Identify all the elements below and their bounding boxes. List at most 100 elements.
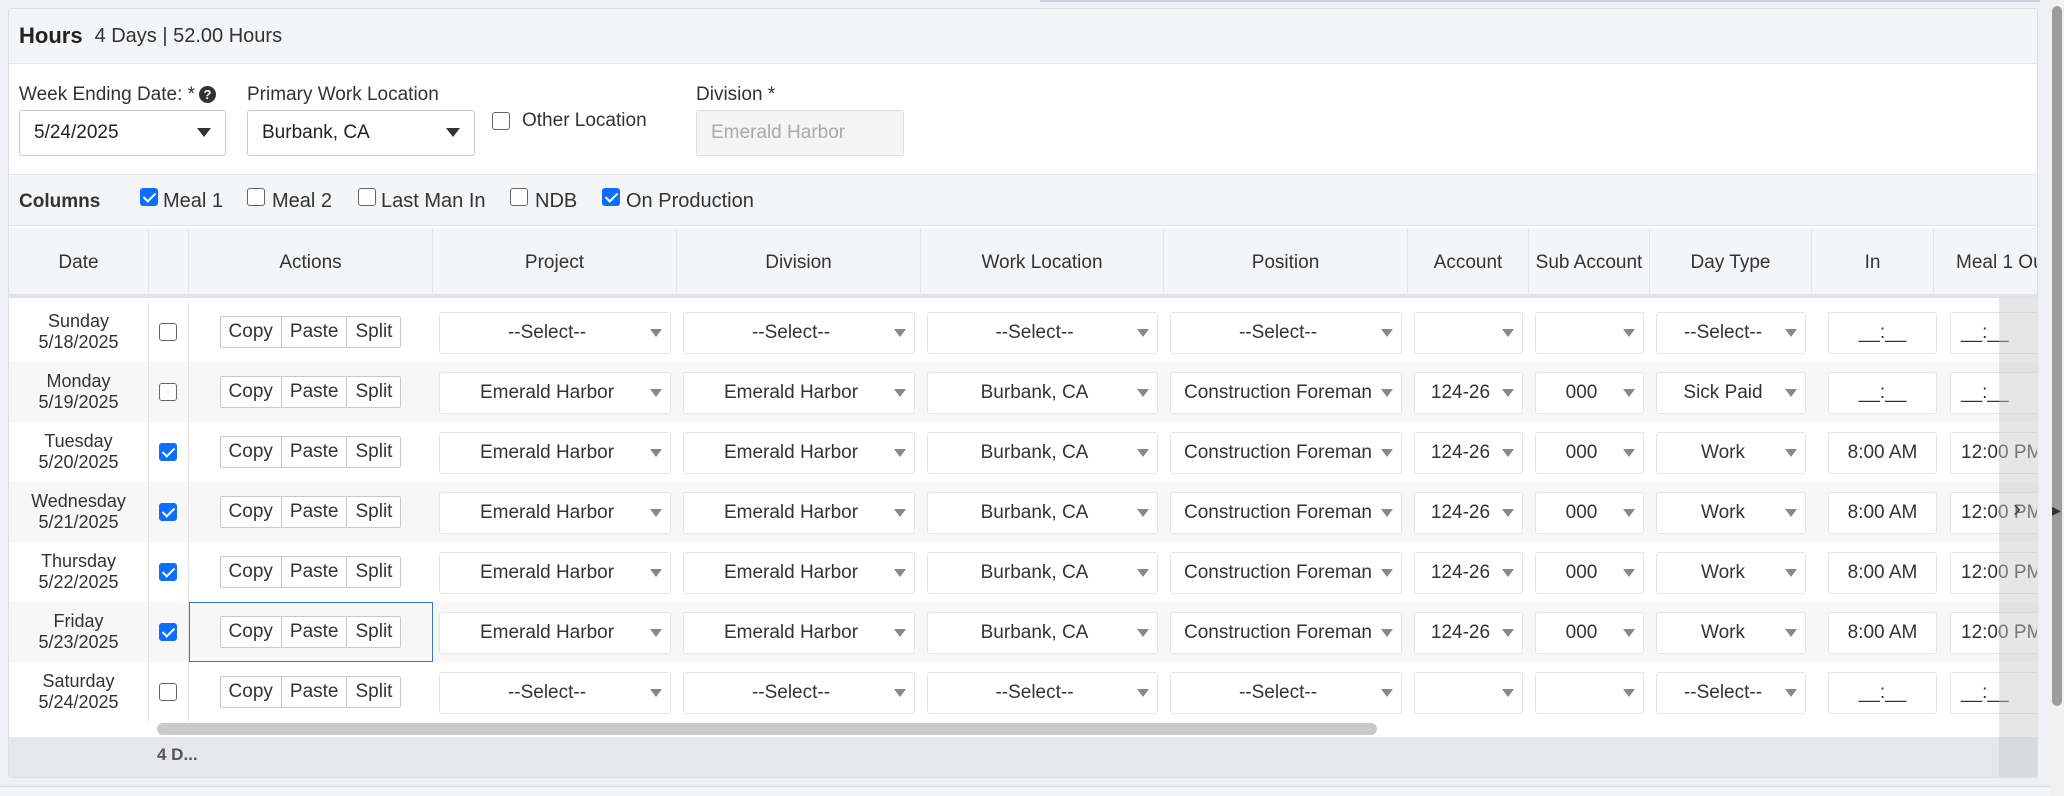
position-select[interactable]: --Select-- (1170, 312, 1402, 354)
project-select-value: --Select-- (507, 682, 587, 703)
paste-button[interactable]: Paste (280, 316, 348, 348)
division-select[interactable]: Emerald Harbor (683, 612, 915, 654)
project-select[interactable]: Emerald Harbor (439, 552, 671, 594)
split-button[interactable]: Split (346, 556, 402, 588)
split-button[interactable]: Split (346, 496, 402, 528)
row-checkbox[interactable] (159, 683, 177, 701)
paste-button[interactable]: Paste (280, 376, 348, 408)
primary-location-select[interactable]: Burbank, CA (247, 110, 475, 156)
position-select[interactable]: Construction Foreman (1170, 432, 1402, 474)
day-type-select[interactable]: Work (1656, 612, 1806, 654)
day-type-select[interactable]: Sick Paid (1656, 372, 1806, 414)
position-select[interactable]: --Select-- (1170, 672, 1402, 714)
column-toggle-meal2[interactable] (247, 188, 265, 206)
row-checkbox[interactable] (159, 503, 177, 521)
project-select[interactable]: Emerald Harbor (439, 372, 671, 414)
position-select[interactable]: Construction Foreman (1170, 552, 1402, 594)
scroll-right-area[interactable] (1999, 298, 2037, 777)
copy-button[interactable]: Copy (219, 316, 282, 348)
work-location-select[interactable]: Burbank, CA (927, 552, 1158, 594)
day-type-select[interactable]: Work (1656, 432, 1806, 474)
row-checkbox[interactable] (159, 383, 177, 401)
in-time-field[interactable]: 8:00 AM (1828, 612, 1937, 654)
column-toggle-meal1[interactable] (140, 188, 158, 206)
chevron-down-icon (1785, 629, 1797, 637)
copy-button[interactable]: Copy (219, 616, 282, 648)
day-type-select[interactable]: Work (1656, 552, 1806, 594)
account-select[interactable]: 124-26 (1414, 432, 1523, 474)
paste-button[interactable]: Paste (280, 496, 348, 528)
account-select[interactable]: 124-26 (1414, 552, 1523, 594)
account-select[interactable] (1414, 672, 1523, 714)
division-select[interactable]: Emerald Harbor (683, 552, 915, 594)
paste-button[interactable]: Paste (280, 556, 348, 588)
other-location-checkbox[interactable] (492, 112, 510, 130)
sub-account-select[interactable]: 000 (1535, 492, 1644, 534)
position-select[interactable]: Construction Foreman (1170, 612, 1402, 654)
copy-button[interactable]: Copy (219, 376, 282, 408)
work-location-select[interactable]: Burbank, CA (927, 492, 1158, 534)
row-checkbox[interactable] (159, 623, 177, 641)
division-select[interactable]: Emerald Harbor (683, 372, 915, 414)
account-select[interactable]: 124-26 (1414, 492, 1523, 534)
chevron-right-icon[interactable]: › (2013, 495, 2021, 523)
in-time-field[interactable]: __:__ (1828, 372, 1937, 414)
paste-button[interactable]: Paste (280, 436, 348, 468)
paste-button[interactable]: Paste (280, 616, 348, 648)
work-location-select[interactable]: Burbank, CA (927, 432, 1158, 474)
work-location-select[interactable]: --Select-- (927, 312, 1158, 354)
account-select[interactable] (1414, 312, 1523, 354)
split-button[interactable]: Split (346, 436, 402, 468)
split-button[interactable]: Split (346, 676, 402, 708)
in-time-field[interactable]: __:__ (1828, 312, 1937, 354)
week-ending-select[interactable]: 5/24/2025 (19, 110, 226, 156)
sub-account-select[interactable]: 000 (1535, 372, 1644, 414)
account-select[interactable]: 124-26 (1414, 372, 1523, 414)
sub-account-select[interactable]: 000 (1535, 432, 1644, 474)
division-select[interactable]: --Select-- (683, 672, 915, 714)
row-checkbox[interactable] (159, 563, 177, 581)
row-checkbox[interactable] (159, 443, 177, 461)
division-select[interactable]: Emerald Harbor (683, 492, 915, 534)
project-select[interactable]: --Select-- (439, 672, 671, 714)
sub-account-select[interactable]: 000 (1535, 612, 1644, 654)
project-select[interactable]: Emerald Harbor (439, 612, 671, 654)
in-time-field[interactable]: 8:00 AM (1828, 552, 1937, 594)
work-location-select[interactable]: Burbank, CA (927, 372, 1158, 414)
paste-button[interactable]: Paste (280, 676, 348, 708)
project-select[interactable]: Emerald Harbor (439, 492, 671, 534)
work-location-select[interactable]: --Select-- (927, 672, 1158, 714)
in-time-field[interactable]: 8:00 AM (1828, 492, 1937, 534)
copy-button[interactable]: Copy (219, 676, 282, 708)
sub-account-select[interactable] (1535, 312, 1644, 354)
in-time-field[interactable]: 8:00 AM (1828, 432, 1937, 474)
column-toggle-last-man-in[interactable] (358, 188, 376, 206)
column-toggle-ndb[interactable] (510, 188, 528, 206)
position-select[interactable]: Construction Foreman (1170, 372, 1402, 414)
column-toggle-on-production[interactable] (602, 188, 620, 206)
copy-button[interactable]: Copy (219, 496, 282, 528)
position-select[interactable]: Construction Foreman (1170, 492, 1402, 534)
day-type-select[interactable]: --Select-- (1656, 312, 1806, 354)
vertical-scrollbar-thumb[interactable] (2052, 6, 2062, 706)
work-location-select[interactable]: Burbank, CA (927, 612, 1158, 654)
project-select[interactable]: Emerald Harbor (439, 432, 671, 474)
day-type-select[interactable]: Work (1656, 492, 1806, 534)
split-button[interactable]: Split (346, 376, 402, 408)
row-checkbox[interactable] (159, 323, 177, 341)
split-button[interactable]: Split (346, 616, 402, 648)
sub-account-select[interactable]: 000 (1535, 552, 1644, 594)
division-select[interactable]: Emerald Harbor (683, 432, 915, 474)
horizontal-scrollbar[interactable] (157, 723, 1377, 735)
split-button[interactable]: Split (346, 316, 402, 348)
copy-button[interactable]: Copy (219, 556, 282, 588)
in-time-field[interactable]: __:__ (1828, 672, 1937, 714)
project-select[interactable]: --Select-- (439, 312, 671, 354)
division-select[interactable]: --Select-- (683, 312, 915, 354)
day-type-select[interactable]: --Select-- (1656, 672, 1806, 714)
account-select[interactable]: 124-26 (1414, 612, 1523, 654)
division-select-value: --Select-- (751, 322, 831, 343)
sub-account-select[interactable] (1535, 672, 1644, 714)
help-icon[interactable]: ? (199, 86, 217, 103)
copy-button[interactable]: Copy (219, 436, 282, 468)
